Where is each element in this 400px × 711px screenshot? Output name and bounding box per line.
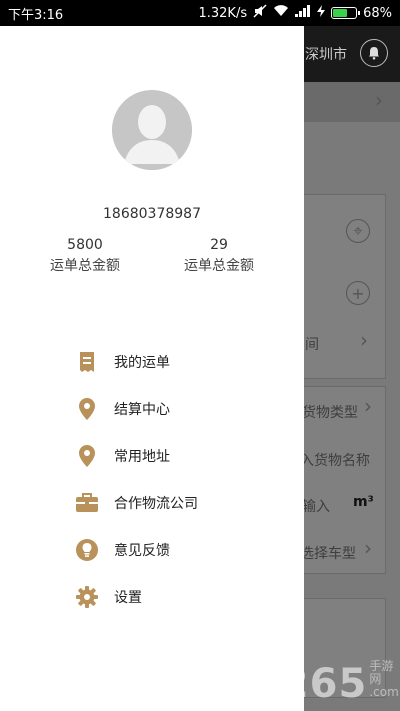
mute-icon — [253, 4, 267, 22]
gear-icon — [76, 585, 98, 608]
network-speed: 1.32K/s — [198, 5, 248, 21]
city-label[interactable]: 深圳市 — [305, 44, 347, 64]
menu-item-addresses[interactable]: 常用地址 — [0, 432, 304, 479]
vehicle-type-row[interactable]: 选择车型 — [300, 543, 356, 563]
signal-icon — [295, 5, 311, 21]
battery-icon — [331, 7, 361, 19]
cargo-name-row[interactable]: 入货物名称 — [300, 450, 370, 470]
status-time: 下午3:16 — [8, 7, 64, 23]
volume-input-row[interactable]: 输入 — [302, 496, 330, 516]
menu-item-label: 合作物流公司 — [114, 495, 198, 512]
stat-count-label: 运单总金额 — [184, 258, 254, 274]
menu-item-label: 结算中心 — [114, 401, 170, 418]
locate-icon[interactable]: ⌖ — [346, 219, 370, 243]
volume-unit: m³ — [353, 494, 374, 510]
menu-item-my-orders[interactable]: 我的运单 — [0, 338, 304, 385]
menu-item-label: 意见反馈 — [114, 542, 170, 559]
watermark-domain: .com — [369, 685, 399, 699]
user-phone: 18680378987 — [103, 206, 201, 222]
menu-item-label: 常用地址 — [114, 448, 170, 465]
watermark-site-name: 手游网 — [369, 659, 394, 686]
menu-item-partners[interactable]: 合作物流公司 — [0, 479, 304, 526]
bell-icon[interactable] — [360, 39, 388, 67]
drawer-menu: 我的运单 结算中心 常用地址 合作物流公司 意见反馈 设置 — [0, 338, 304, 620]
avatar-silhouette-icon — [112, 90, 192, 170]
wifi-icon — [273, 5, 289, 21]
status-bar: 下午3:16 1.32K/s 68% — [0, 0, 400, 26]
cargo-type-row[interactable]: 货物类型 — [302, 402, 358, 422]
chevron-right-icon: › — [364, 536, 372, 560]
stat-amount-label: 运单总金额 — [50, 258, 120, 274]
stat-amount-value: 5800 — [67, 237, 103, 253]
toolbox-icon — [76, 492, 98, 514]
status-right: 1.32K/s 68% — [198, 4, 392, 22]
lightbulb-icon — [76, 538, 98, 561]
chevron-right-icon: › — [360, 328, 368, 352]
menu-item-label: 设置 — [114, 589, 142, 606]
stat-amount: 5800 运单总金额 — [20, 237, 150, 275]
menu-item-feedback[interactable]: 意见反馈 — [0, 526, 304, 573]
battery-percent: 68% — [363, 5, 392, 21]
chevron-right-icon: › — [364, 394, 372, 418]
watermark-site: 手游网 .com — [369, 660, 400, 699]
stat-count-value: 29 — [210, 237, 228, 253]
menu-item-settings[interactable]: 设置 — [0, 573, 304, 620]
time-row-text: 间 — [305, 337, 319, 353]
add-circle-icon[interactable]: + — [346, 281, 370, 305]
menu-item-label: 我的运单 — [114, 354, 170, 371]
menu-item-settlement[interactable]: 结算中心 — [0, 385, 304, 432]
charging-icon — [317, 5, 326, 21]
location-pin-icon — [76, 397, 98, 420]
receipt-icon — [76, 351, 98, 373]
nav-drawer: 18680378987 5800 运单总金额 29 运单总金额 我的运单 结算中… — [0, 26, 304, 711]
location-pin-icon — [76, 444, 98, 467]
avatar[interactable] — [112, 90, 192, 170]
chevron-right-icon: › — [375, 88, 383, 112]
stat-count: 29 运单总金额 — [154, 237, 284, 275]
